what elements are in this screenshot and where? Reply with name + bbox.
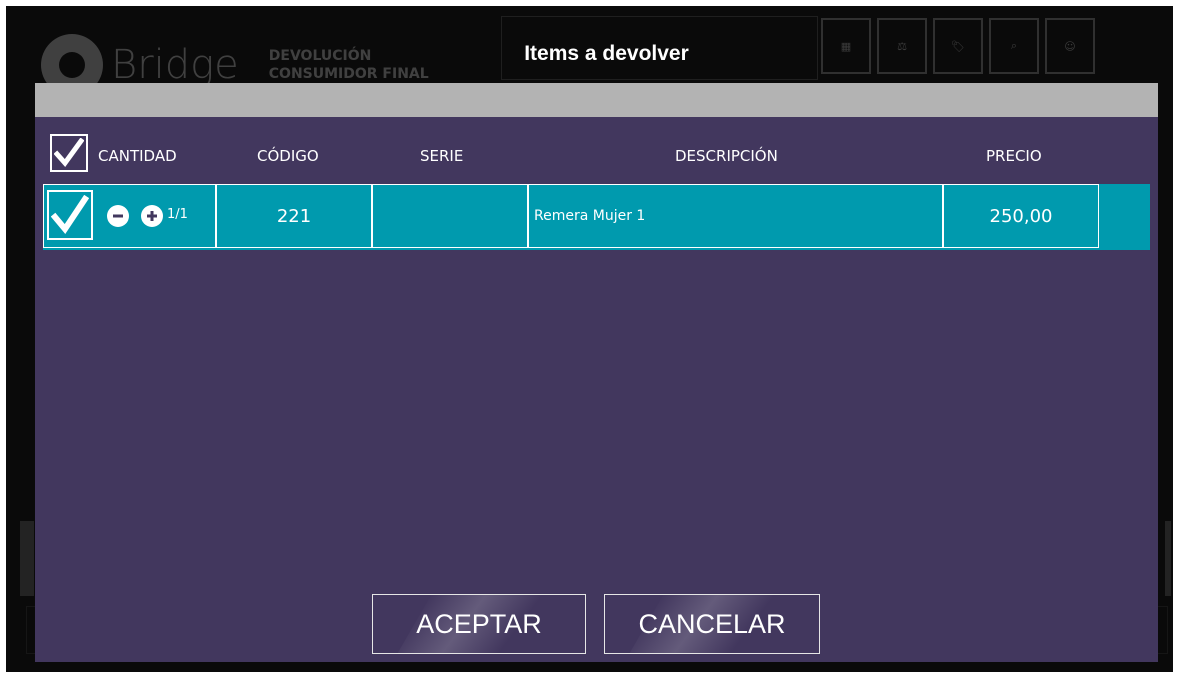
plus-icon xyxy=(147,211,157,221)
precio-cell: 250,00 xyxy=(943,184,1099,248)
background-side-left xyxy=(20,521,34,596)
minus-icon xyxy=(113,214,123,218)
column-header-serie: SERIE xyxy=(420,147,464,165)
increase-quantity-button[interactable] xyxy=(141,205,163,227)
column-header-precio: PRECIO xyxy=(986,147,1042,165)
checkmark-icon xyxy=(51,195,89,235)
background-side-right xyxy=(1165,521,1171,596)
decrease-quantity-button[interactable] xyxy=(107,205,129,227)
quantity-cell: 1/1 xyxy=(43,184,216,248)
modal-title: Items a devolver xyxy=(524,42,689,65)
serie-cell xyxy=(372,184,528,248)
app-frame: Bridge DEVOLUCIÓN CONSUMIDOR FINAL ▦ ⚖ 🏷… xyxy=(6,6,1173,672)
descripcion-cell: Remera Mujer 1 xyxy=(528,184,943,248)
items-modal: CANTIDAD CÓDIGO SERIE DESCRIPCIÓN PRECIO xyxy=(35,117,1158,662)
module-title-line2: CONSUMIDOR FINAL xyxy=(268,66,429,82)
codigo-cell: 221 xyxy=(216,184,372,248)
column-header-descripcion: DESCRIPCIÓN xyxy=(675,147,778,165)
row-tail xyxy=(1099,184,1150,248)
item-checkbox[interactable] xyxy=(47,190,93,240)
cancel-button-label: CANCELAR xyxy=(638,608,786,639)
column-header-cantidad: CANTIDAD xyxy=(98,147,177,165)
checkmark-icon xyxy=(54,138,84,167)
select-all-checkbox[interactable] xyxy=(50,134,88,172)
column-header-codigo: CÓDIGO xyxy=(257,147,319,165)
cancel-button[interactable]: CANCELAR xyxy=(604,594,820,654)
accept-button-label: ACEPTAR xyxy=(416,608,542,639)
accept-button[interactable]: ACEPTAR xyxy=(372,594,586,654)
quantity-value: 1/1 xyxy=(167,207,188,222)
table-row[interactable]: 1/1 221 Remera Mujer 1 250,00 xyxy=(43,184,1150,250)
modal-top-bar xyxy=(35,83,1158,117)
